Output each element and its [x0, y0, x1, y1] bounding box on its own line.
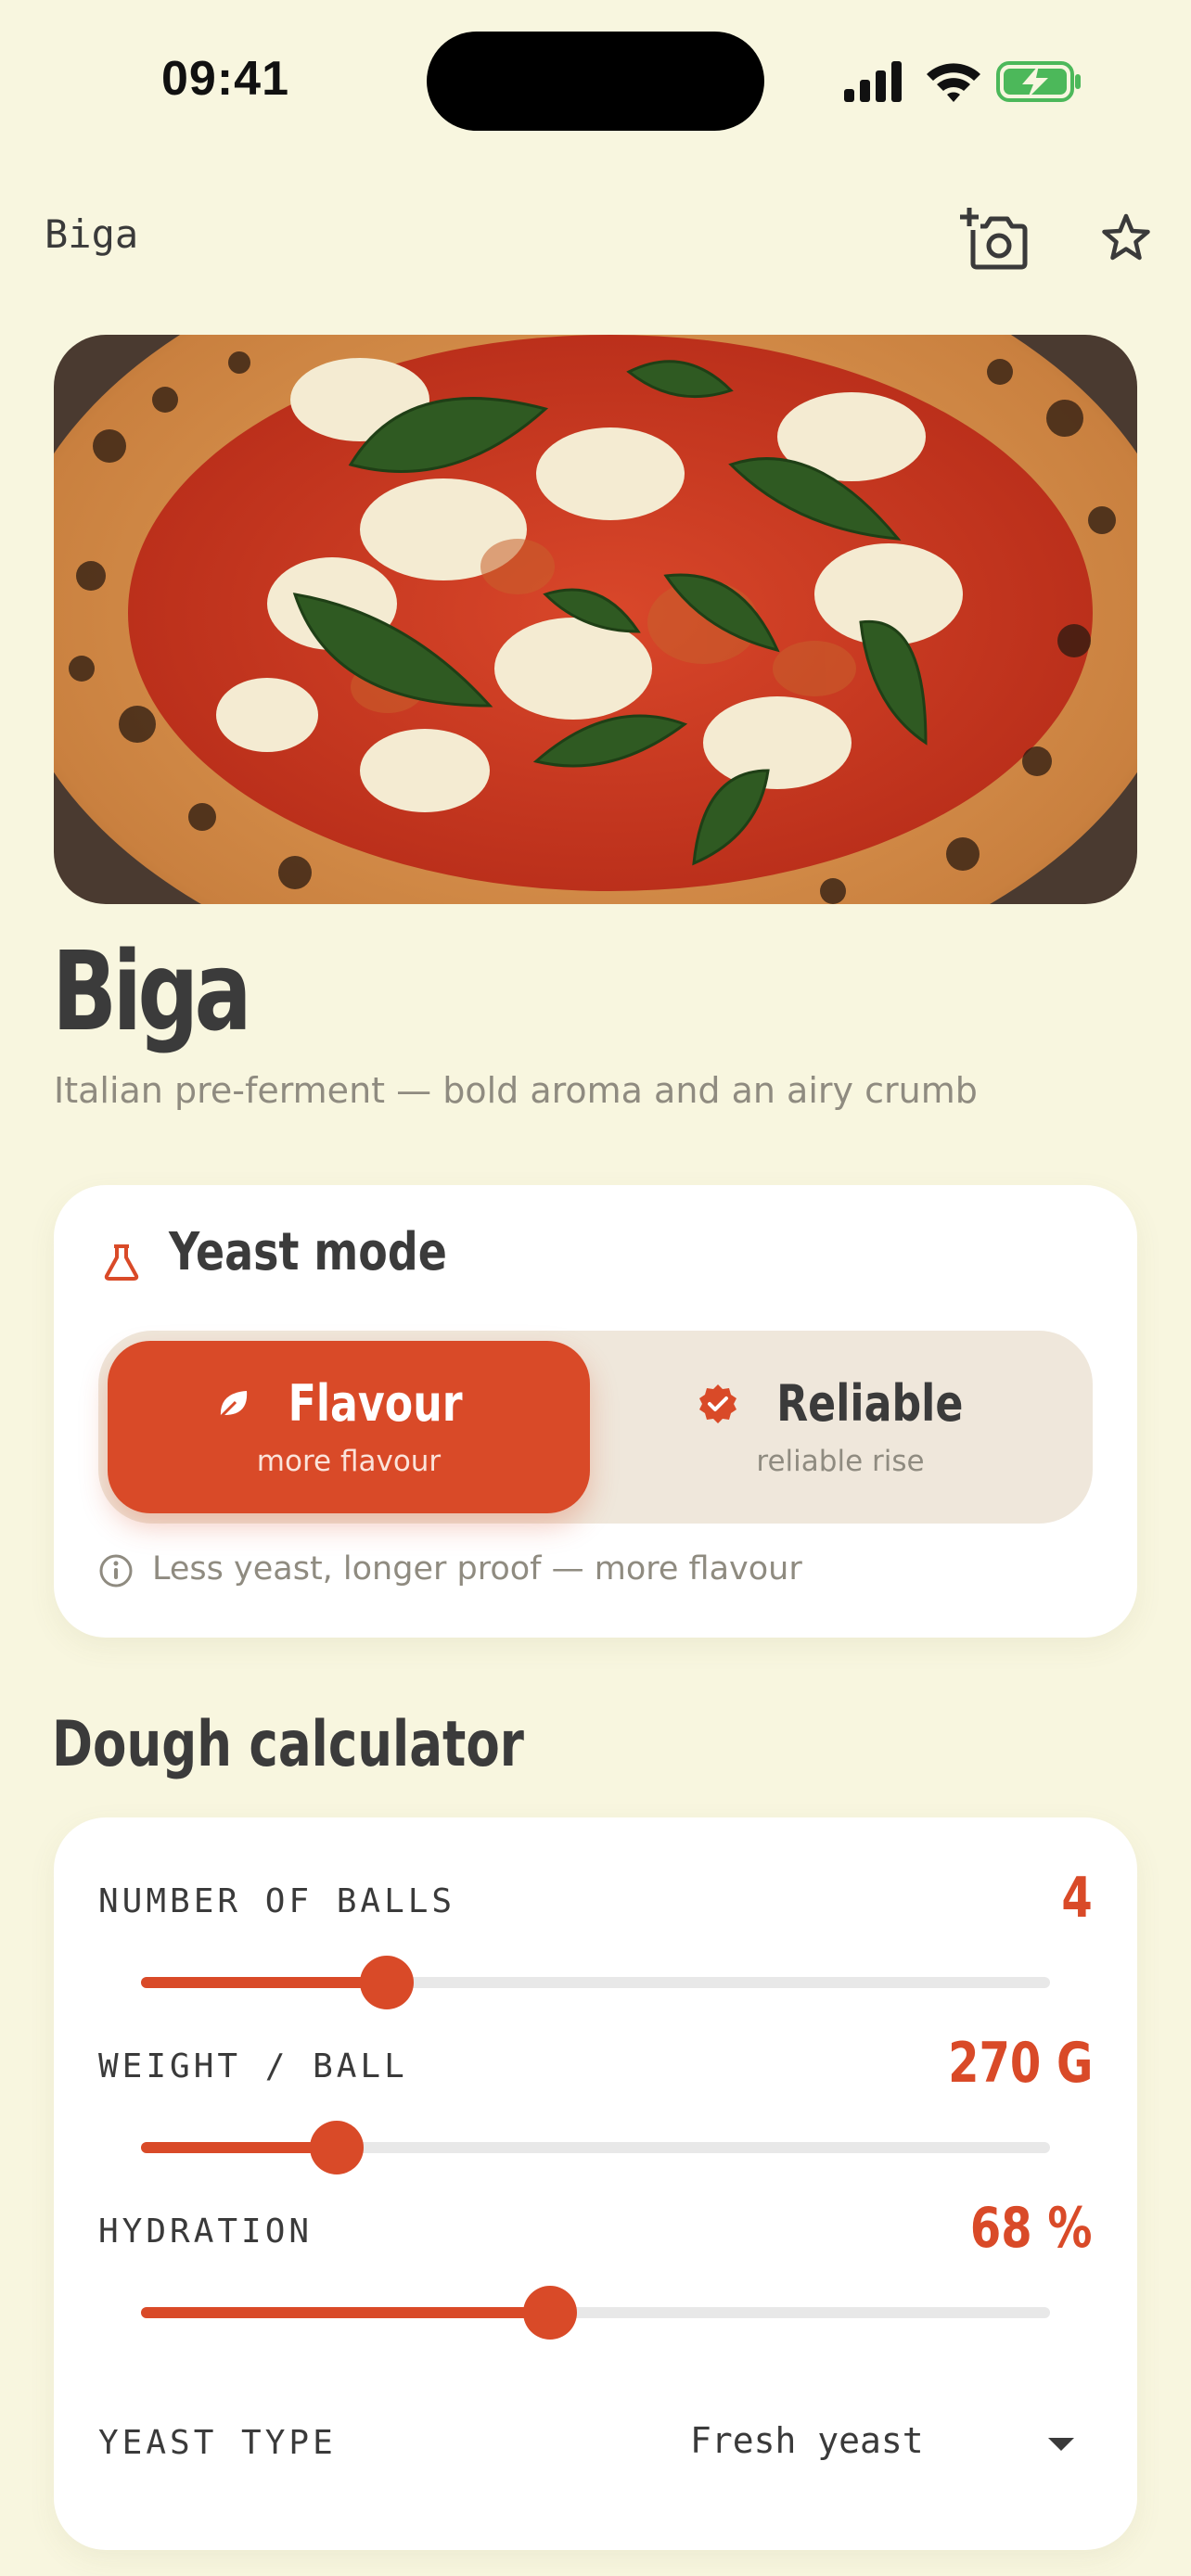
- status-icons: [840, 56, 1083, 108]
- slider-fill: [141, 2307, 550, 2318]
- cellular-signal-icon: [844, 61, 902, 102]
- weight-value: 270 G: [947, 2031, 1093, 2096]
- option-label: Reliable: [776, 1374, 964, 1433]
- add-photo-icon: [960, 208, 1028, 270]
- battery-icon: [996, 61, 1081, 102]
- slider-thumb[interactable]: [359, 1956, 414, 2009]
- status-time: 09:41: [161, 52, 289, 106]
- balls-slider[interactable]: [141, 1956, 1050, 2009]
- option-sublabel: more flavour: [256, 1445, 442, 1478]
- option-label-row: Flavour: [108, 1374, 590, 1433]
- hero-image: [54, 335, 1137, 904]
- add-photo-button[interactable]: [957, 204, 1033, 274]
- hydration-value: 68 %: [970, 2196, 1093, 2261]
- wifi-icon: [927, 63, 980, 102]
- weight-label: WEIGHT / BALL: [98, 2047, 408, 2085]
- slider-thumb[interactable]: [309, 2121, 364, 2174]
- hydration-slider[interactable]: [141, 2286, 1050, 2340]
- balls-label: NUMBER OF BALLS: [98, 1882, 456, 1920]
- slider-fill: [141, 2142, 337, 2153]
- slider-thumb[interactable]: [523, 2286, 577, 2340]
- yeast-mode-option-flavour[interactable]: Flavour more flavour: [108, 1341, 590, 1513]
- verified-badge-icon: [699, 1384, 737, 1423]
- yeast-type-label: YEAST TYPE: [98, 2424, 337, 2462]
- flask-icon: [104, 1244, 139, 1281]
- status-bar: 09:41: [0, 0, 1191, 167]
- option-label: Flavour: [288, 1374, 463, 1433]
- star-icon: [1102, 213, 1150, 261]
- dynamic-island: [427, 32, 764, 131]
- calculator-title: Dough calculator: [52, 1708, 524, 1781]
- yeast-mode-option-reliable[interactable]: Reliable reliable rise: [599, 1341, 1082, 1513]
- pizza-image: [54, 335, 1137, 904]
- yeast-mode-hint: Less yeast, longer proof — more flavour: [152, 1550, 802, 1588]
- weight-slider[interactable]: [141, 2121, 1050, 2174]
- slider-fill: [141, 1977, 387, 1988]
- favorite-button[interactable]: [1098, 210, 1154, 265]
- recipe-title: Biga: [52, 927, 252, 1055]
- option-sublabel: reliable rise: [756, 1445, 925, 1478]
- hydration-label: HYDRATION: [98, 2213, 314, 2251]
- info-icon: [99, 1554, 133, 1588]
- yeast-mode-heading: Yeast mode: [169, 1222, 447, 1282]
- recipe-subtitle: Italian pre-ferment — bold aroma and an …: [54, 1070, 978, 1111]
- chevron-down-icon: [1048, 2438, 1074, 2451]
- option-label-row: Reliable: [599, 1374, 1082, 1433]
- yeast-type-value: Fresh yeast: [690, 2420, 924, 2461]
- leaf-icon: [220, 1390, 248, 1418]
- balls-value: 4: [1061, 1866, 1093, 1931]
- topbar-title: Biga: [45, 211, 139, 257]
